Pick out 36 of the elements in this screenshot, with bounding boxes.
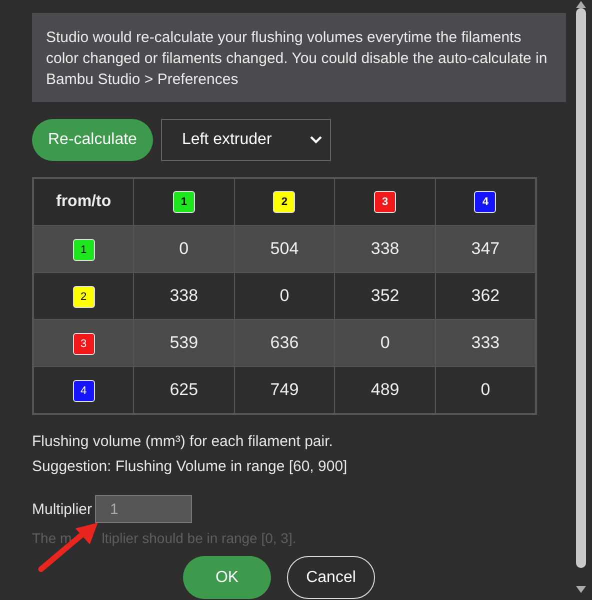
volume-cell[interactable]: 625 [134, 366, 234, 414]
volume-cell[interactable]: 0 [234, 272, 335, 320]
filament-swatch[interactable]: 4 [72, 380, 95, 402]
filament-swatch[interactable]: 2 [273, 191, 296, 213]
ok-button[interactable]: OK [183, 556, 271, 599]
filament-swatch[interactable]: 1 [72, 238, 95, 260]
chevron-icon [310, 136, 322, 144]
volume-cell[interactable]: 504 [234, 226, 335, 272]
volume-cell[interactable]: 347 [435, 226, 536, 272]
cancel-button[interactable]: Cancel [287, 556, 375, 599]
volume-cell[interactable]: 539 [134, 320, 234, 366]
filament-swatch[interactable]: 3 [72, 332, 95, 354]
volume-cell[interactable]: 749 [234, 366, 335, 414]
volume-cell[interactable]: 0 [334, 320, 436, 366]
volume-cell[interactable]: 362 [435, 272, 536, 320]
volume-cell[interactable]: 333 [435, 320, 536, 366]
volume-cell[interactable]: 0 [134, 226, 234, 272]
recalculate-button[interactable]: Re-calculate [32, 119, 153, 161]
filament-swatch[interactable]: 1 [172, 191, 195, 213]
volume-cell[interactable]: 352 [334, 272, 436, 320]
volume-cell[interactable]: 338 [334, 226, 436, 272]
volume-cell[interactable]: 0 [435, 366, 536, 414]
multiplier-label: Multiplier [32, 500, 92, 518]
volume-cell[interactable]: 338 [134, 272, 234, 320]
scrollbar-thumb[interactable] [576, 8, 586, 568]
note-text: Flushing volume (mm³) for each filament pair. [32, 433, 334, 450]
suggestion-text: Suggestion: Flushing Volume in range [60, 900] [32, 458, 348, 475]
scroll-down-icon[interactable] [576, 586, 586, 594]
extruder-dropdown[interactable]: Left extruder [160, 119, 331, 161]
filament-swatch[interactable]: 4 [474, 191, 496, 213]
volume-cell[interactable]: 636 [234, 320, 335, 366]
filament-swatch[interactable]: 3 [374, 191, 396, 213]
filament-swatch[interactable]: 2 [72, 286, 95, 308]
volume-cell[interactable]: 489 [334, 366, 436, 414]
table-header: from/to [33, 178, 134, 226]
info-message: Studio would re-calculate your flushing volumes everytime the filaments color changed or filaments changed. You could disable the auto-calculate in Bambu Studio > Preferences [32, 13, 566, 102]
